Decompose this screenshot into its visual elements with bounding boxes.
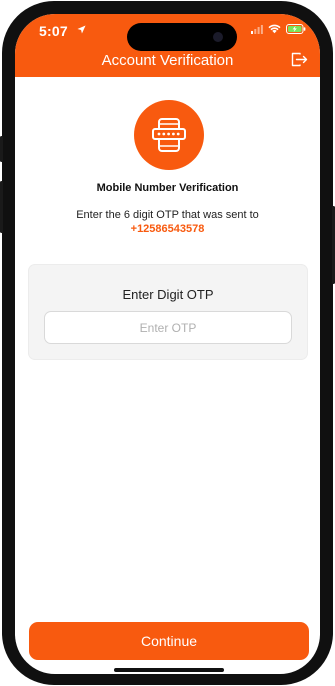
status-icons (251, 24, 306, 34)
verification-title: Mobile Number Verification (96, 182, 239, 194)
otp-input[interactable] (44, 311, 292, 344)
otp-card: Enter Digit OTP (29, 265, 307, 359)
logout-icon[interactable] (291, 52, 308, 67)
otp-label: Enter Digit OTP (122, 287, 214, 302)
page-title: Account Verification (101, 52, 234, 69)
mute-switch (0, 136, 3, 162)
phone-frame: 5:07 Account Verification Mobile Number … (0, 1, 335, 685)
app-screen: 5:07 Account Verification Mobile Number … (15, 14, 320, 674)
continue-button[interactable]: Continue (29, 622, 309, 660)
front-camera (213, 32, 223, 42)
phone-number: +12586543578 (130, 223, 205, 235)
app-header: 5:07 Account Verification (15, 14, 320, 77)
battery-charging-icon (286, 24, 306, 34)
volume-up-button (0, 181, 3, 233)
wifi-icon (268, 24, 281, 34)
signal-icon (251, 24, 263, 34)
status-time: 5:07 (39, 23, 68, 39)
location-arrow-icon (77, 25, 86, 34)
verification-description: Enter the 6 digit OTP that was sent to (76, 209, 259, 221)
verification-hero (134, 100, 204, 170)
home-indicator[interactable] (114, 668, 224, 672)
password-phone-icon (152, 118, 186, 152)
